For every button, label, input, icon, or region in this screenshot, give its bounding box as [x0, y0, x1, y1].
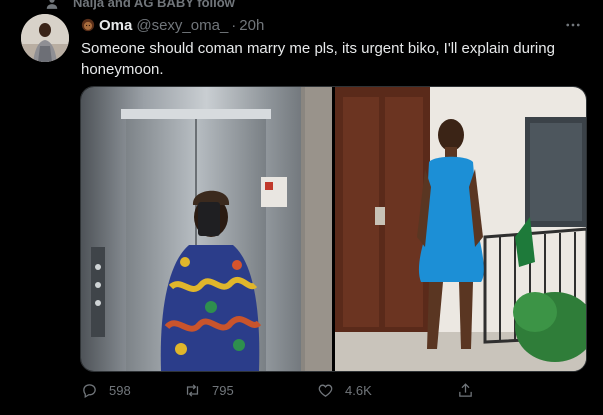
retweet-count: 795 — [212, 383, 234, 398]
photo-elevator[interactable] — [81, 87, 333, 371]
like-button[interactable]: 4.6K — [317, 382, 457, 399]
tweet-text: Someone should coman marry me pls, its u… — [81, 40, 555, 78]
share-icon — [459, 383, 472, 397]
reply-count: 598 — [109, 383, 131, 398]
share-button[interactable] — [457, 382, 474, 399]
avatar[interactable] — [21, 14, 69, 62]
reply-icon — [83, 384, 96, 399]
retweet-button[interactable]: 795 — [184, 382, 317, 399]
retweet-icon — [186, 384, 199, 397]
tweet-header: Oma @sexy_oma_ · 20h — [81, 15, 583, 35]
photo-blue-dress[interactable] — [334, 87, 586, 371]
display-name[interactable]: Oma — [99, 17, 132, 34]
more-icon[interactable] — [563, 15, 583, 35]
woman-emoji-icon — [81, 18, 95, 32]
like-count: 4.6K — [345, 383, 372, 398]
social-context[interactable]: Naija and AG BABY follow — [45, 0, 235, 10]
action-bar: 598 795 4.6K — [78, 382, 578, 399]
user-handle[interactable]: @sexy_oma_ — [136, 17, 228, 34]
reply-button[interactable]: 598 — [78, 382, 184, 399]
person-icon — [46, 0, 58, 9]
heart-icon — [318, 384, 333, 397]
tweet-media[interactable] — [80, 86, 587, 372]
separator-dot: · — [231, 16, 237, 34]
social-context-text: Naija and AG BABY follow — [73, 0, 235, 10]
timestamp[interactable]: 20h — [239, 17, 264, 34]
